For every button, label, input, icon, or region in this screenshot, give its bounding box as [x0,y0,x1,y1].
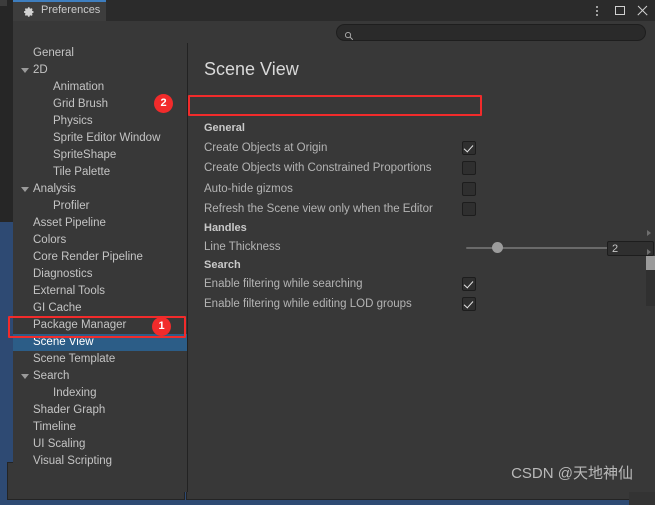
sidebar-item-label: Tile Palette [53,166,111,178]
setting-label-create-objects-at-origin: Create Objects at Origin [204,142,328,154]
sidebar-item-label: Diagnostics [33,268,93,280]
sidebar-item-spriteshape[interactable]: SpriteShape [13,147,187,164]
sidebar-item-indexing[interactable]: Indexing [13,385,187,402]
sidebar-item-label: External Tools [33,285,106,297]
slider-track-line-thickness[interactable] [466,247,624,249]
sidebar-item-gi-cache[interactable]: GI Cache [13,300,187,317]
close-icon[interactable] [636,4,649,17]
editor-chrome-top-strip [0,0,14,222]
section-header-search: Search [204,259,241,271]
sidebar-item-grid-brush[interactable]: Grid Brush [13,96,187,113]
vertical-scrollbar-track[interactable] [646,256,655,306]
maximize-icon[interactable] [613,4,626,17]
sidebar-item-label: Indexing [53,387,97,399]
sidebar-item-search[interactable]: Search [13,368,187,385]
sidebar-item-shader-graph[interactable]: Shader Graph [13,402,187,419]
sidebar-item-label: Asset Pipeline [33,217,106,229]
setting-label-refresh-the-scene-view-only-when-the-editor: Refresh the Scene view only when the Edi… [204,203,433,215]
vertical-scrollbar-thumb[interactable] [646,256,655,270]
sidebar-item-label: SpriteShape [53,149,117,161]
sidebar-item-tile-palette[interactable]: Tile Palette [13,164,187,181]
chevron-down-icon[interactable] [21,187,29,192]
sidebar-item-label: Animation [53,81,105,93]
scroll-arrow-down-icon[interactable] [647,249,651,255]
setting-label-line-thickness: Line Thickness [204,241,281,253]
sidebar-item-label: Timeline [33,421,77,433]
sidebar-item-label: Core Render Pipeline [33,251,143,263]
sidebar-item-label: Profiler [53,200,90,212]
section-header-handles: Handles [204,222,247,234]
checkbox-create-objects-at-origin[interactable] [462,141,476,155]
sidebar-item-profiler[interactable]: Profiler [13,198,187,215]
sidebar-item-diagnostics[interactable]: Diagnostics [13,266,187,283]
sidebar-item-label: Scene Template [33,353,116,365]
sidebar-item-label: Grid Brush [53,98,108,110]
sidebar-item-external-tools[interactable]: External Tools [13,283,187,300]
sidebar-item-general[interactable]: General [13,45,187,62]
checkbox-enable-filtering-while-editing-lod-groups[interactable] [462,297,476,311]
section-header-general: General [204,122,245,134]
sidebar-item-label: Scene View [33,336,94,348]
sidebar-item-visual-scripting[interactable]: Visual Scripting [13,453,187,470]
sidebar-item-scene-template[interactable]: Scene Template [13,351,187,368]
sidebar-item-label: Package Manager [33,319,127,331]
sidebar-item-scene-view[interactable]: Scene View [13,334,187,351]
settings-category-list: General 2D Animation Grid Brush Physics Sprit… [13,43,187,492]
sidebar-item-label: Analysis [33,183,76,195]
sidebar-item-label: General [33,47,74,59]
sidebar-item-label: Visual Scripting [33,455,113,467]
sidebar-item-ui-scaling[interactable]: UI Scaling [13,436,187,453]
sidebar-item-timeline[interactable]: Timeline [13,419,187,436]
editor-chrome-corner [0,0,7,6]
sidebar-item-label: Shader Graph [33,404,106,416]
sidebar-item-analysis[interactable]: Analysis [13,181,187,198]
sidebar-item-asset-pipeline[interactable]: Asset Pipeline [13,215,187,232]
chevron-down-icon[interactable] [21,68,29,73]
checkbox-refresh-the-scene-view-only-when-the-editor[interactable] [462,202,476,216]
slider-handle-line-thickness[interactable] [492,242,504,253]
sidebar-item-label: Colors [33,234,67,246]
checkbox-auto-hide-gizmos[interactable] [462,182,476,196]
search-input[interactable] [358,26,640,41]
window-titlebar: Preferences [13,0,655,21]
sidebar-item-animation[interactable]: Animation [13,79,187,96]
page-title: Scene View [204,59,299,80]
sidebar-item-colors[interactable]: Colors [13,232,187,249]
search-box[interactable] [336,24,646,41]
chevron-down-icon[interactable] [21,374,29,379]
search-toolbar [13,21,655,43]
kebab-menu-icon[interactable] [590,4,603,17]
tab-active-accent [13,0,106,2]
setting-label-auto-hide-gizmos: Auto-hide gizmos [204,183,293,195]
sidebar-item-package-manager[interactable]: Package Manager [13,317,187,334]
sidebar-item-label: UI Scaling [33,438,86,450]
screen-root: Preferences General 2D Animation Grid Br… [0,0,655,505]
sidebar-item-2d[interactable]: 2D [13,62,187,79]
setting-label-enable-filtering-while-editing-lod-groups: Enable filtering while editing LOD group… [204,298,412,310]
sidebar-item-label: Sprite Editor Window [53,132,161,144]
checkbox-create-objects-with-constrained-proportions[interactable] [462,161,476,175]
sidebar-item-label: Search [33,370,70,382]
checkbox-enable-filtering-while-searching[interactable] [462,277,476,291]
sidebar-item-physics[interactable]: Physics [13,113,187,130]
window-controls [590,0,649,21]
preferences-window: Preferences General 2D Animation Grid Br… [13,0,655,492]
settings-detail-pane: Scene View General Create Objects at Orig… [188,43,655,492]
scroll-arrow-up-icon[interactable] [647,230,651,236]
setting-label-create-objects-with-constrained-proportions: Create Objects with Constrained Proporti… [204,162,432,174]
tab-preferences[interactable]: Preferences [13,0,106,21]
gear-icon [23,5,35,17]
sidebar-item-core-render-pipeline[interactable]: Core Render Pipeline [13,249,187,266]
sidebar-item-label: 2D [33,64,48,76]
sidebar-item-sprite-editor-window[interactable]: Sprite Editor Window [13,130,187,147]
tab-label: Preferences [41,4,101,16]
sidebar-item-label: GI Cache [33,302,82,314]
search-icon [344,28,354,41]
sidebar-item-label: Physics [53,115,93,127]
setting-label-enable-filtering-while-searching: Enable filtering while searching [204,278,363,290]
